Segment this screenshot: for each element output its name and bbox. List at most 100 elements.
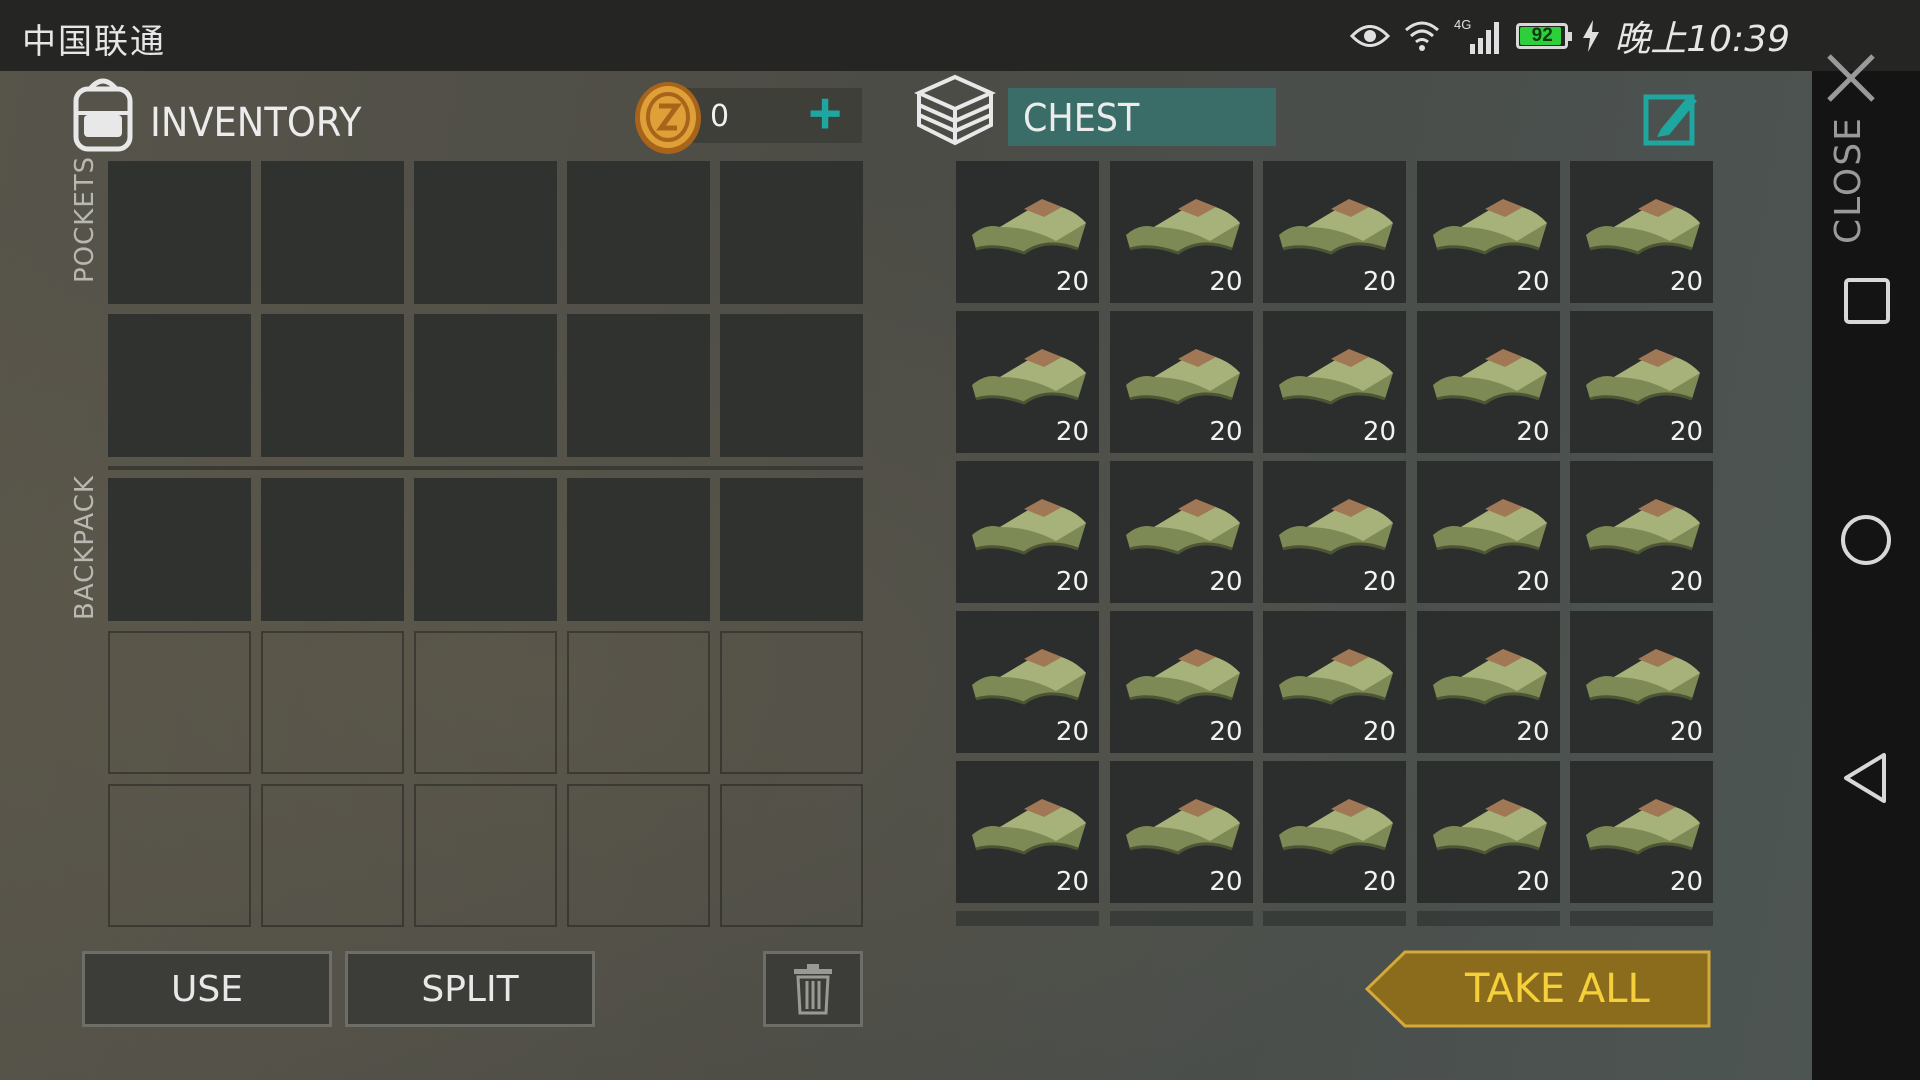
locked-slot [567, 631, 710, 774]
item-count: 20 [1362, 867, 1396, 897]
chest-slot[interactable]: 20 [1109, 161, 1253, 303]
pocket-slot[interactable] [720, 161, 863, 304]
chest-slot[interactable]: 20 [1109, 761, 1253, 903]
chest-slot[interactable]: 20 [1570, 461, 1713, 603]
pocket-slot[interactable] [261, 161, 404, 304]
chest-slot[interactable]: 20 [1263, 461, 1406, 603]
item-count: 20 [1669, 717, 1703, 747]
item-count: 20 [1209, 717, 1243, 747]
cloth-icon [1580, 183, 1704, 268]
item-count: 20 [1055, 417, 1089, 447]
chest-slot[interactable]: 20 [1263, 311, 1406, 453]
pocket-slot[interactable] [261, 314, 404, 457]
chest-slot[interactable]: 20 [1416, 311, 1560, 453]
item-count: 20 [1209, 267, 1243, 297]
item-count: 20 [1516, 717, 1550, 747]
split-button[interactable]: SPLIT [345, 951, 595, 1027]
backpack-slot[interactable] [108, 478, 251, 621]
chest-title: CHEST [1023, 96, 1140, 140]
cloth-icon [1427, 483, 1551, 568]
chest-slot[interactable]: 20 [956, 761, 1099, 903]
item-count: 20 [1516, 267, 1550, 297]
chest-slot[interactable]: 20 [1416, 461, 1560, 603]
backpack-slot[interactable] [261, 478, 404, 621]
chest-slot[interactable]: 20 [956, 161, 1099, 303]
backpack-slot[interactable] [720, 478, 863, 621]
item-count: 20 [1516, 417, 1550, 447]
chest-slot[interactable]: 20 [1416, 761, 1560, 903]
cloth-icon [1427, 633, 1551, 718]
item-count: 20 [1209, 567, 1243, 597]
chest-slot[interactable]: 20 [956, 311, 1099, 453]
chest-slot[interactable]: 20 [1570, 611, 1713, 753]
signal-icon: 4G [1454, 16, 1504, 56]
chest-slot[interactable]: 20 [956, 461, 1099, 603]
charging-icon [1580, 19, 1602, 53]
chest-slot[interactable]: 20 [1109, 611, 1253, 753]
item-count: 20 [1055, 567, 1089, 597]
item-count: 20 [1362, 567, 1396, 597]
cloth-icon [1580, 333, 1704, 418]
item-count: 20 [1055, 867, 1089, 897]
edit-name-button[interactable] [1643, 89, 1701, 147]
pocket-slot[interactable] [567, 161, 710, 304]
chest-slot-partial[interactable] [1416, 911, 1560, 926]
cloth-icon [966, 633, 1090, 718]
pocket-slot[interactable] [414, 161, 557, 304]
inventory-title: INVENTORY [150, 100, 362, 146]
pocket-slot[interactable] [720, 314, 863, 457]
status-bar: 中国联通 4G 92 晚上10:39 [0, 0, 1920, 71]
chest-icon [913, 71, 997, 156]
cloth-icon [1120, 633, 1244, 718]
chest-slot[interactable]: 20 [1263, 611, 1406, 753]
backpack-slot[interactable] [414, 478, 557, 621]
item-count: 20 [1055, 267, 1089, 297]
delete-button[interactable] [763, 951, 863, 1027]
cloth-icon [1580, 483, 1704, 568]
item-count: 20 [1669, 867, 1703, 897]
home-button[interactable] [1840, 514, 1892, 571]
locked-slot [261, 784, 404, 927]
locked-slot [720, 784, 863, 927]
chest-slot[interactable]: 20 [1570, 311, 1713, 453]
locked-slot [567, 784, 710, 927]
item-count: 20 [1362, 717, 1396, 747]
item-count: 20 [1362, 417, 1396, 447]
pocket-slot[interactable] [414, 314, 557, 457]
cloth-icon [1580, 633, 1704, 718]
chest-slot[interactable]: 20 [956, 611, 1099, 753]
chest-slot[interactable]: 20 [1109, 461, 1253, 603]
chest-slot[interactable]: 20 [1263, 161, 1406, 303]
pockets-label: POCKETS [70, 155, 100, 283]
add-coins-button[interactable]: + [800, 85, 850, 143]
chest-slot[interactable]: 20 [1570, 761, 1713, 903]
item-count: 20 [1516, 867, 1550, 897]
backpack-slot[interactable] [567, 478, 710, 621]
recents-button[interactable] [1844, 278, 1890, 329]
chest-slot-partial[interactable] [1570, 911, 1713, 926]
cloth-icon [1427, 333, 1551, 418]
locked-slot [108, 784, 251, 927]
circle-icon [1841, 515, 1891, 565]
back-button[interactable] [1842, 752, 1888, 809]
pocket-slot[interactable] [108, 161, 251, 304]
chest-slot[interactable]: 20 [1416, 611, 1560, 753]
chest-slot-partial[interactable] [956, 911, 1099, 926]
chest-slot[interactable]: 20 [1416, 161, 1560, 303]
cloth-icon [1427, 783, 1551, 868]
chest-slot[interactable]: 20 [1570, 161, 1713, 303]
chest-slot-partial[interactable] [1109, 911, 1253, 926]
cloth-icon [966, 783, 1090, 868]
close-button[interactable] [1825, 52, 1877, 109]
chest-slot[interactable]: 20 [1109, 311, 1253, 453]
cloth-icon [966, 183, 1090, 268]
network-type: 4G [1454, 17, 1471, 32]
pocket-slot[interactable] [108, 314, 251, 457]
pocket-slot[interactable] [567, 314, 710, 457]
chest-slot-partial[interactable] [1263, 911, 1406, 926]
cloth-icon [1120, 183, 1244, 268]
cloth-icon [1273, 633, 1397, 718]
chest-slot[interactable]: 20 [1263, 761, 1406, 903]
trash-icon [794, 964, 832, 1015]
use-button[interactable]: USE [82, 951, 332, 1027]
